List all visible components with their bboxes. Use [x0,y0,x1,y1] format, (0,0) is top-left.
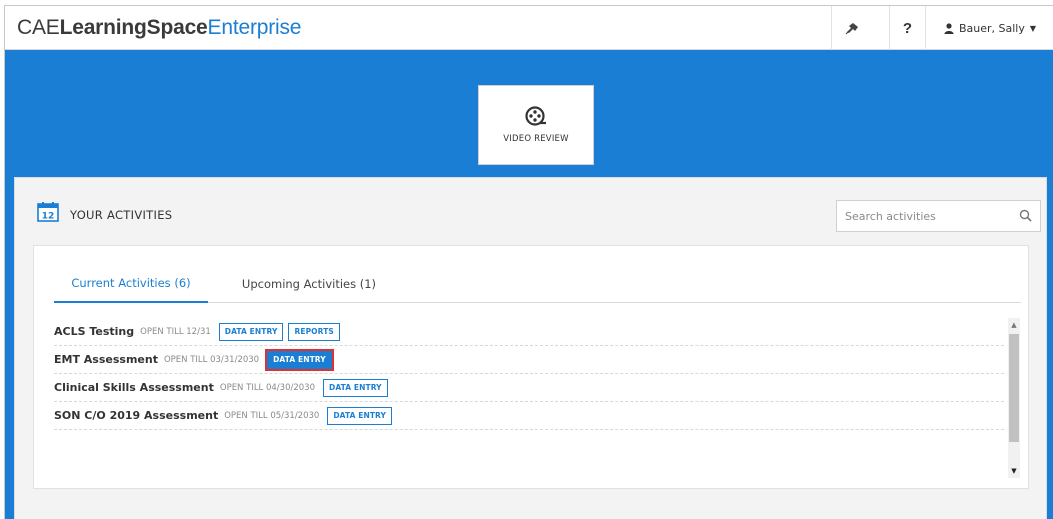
data-entry-button[interactable]: DATA ENTRY [323,378,388,397]
chevron-down-icon: ▼ [1029,23,1037,33]
search-icon[interactable] [1019,209,1032,222]
activity-open-till: OPEN TILL 04/30/2030 [219,382,315,393]
scroll-down-arrow-icon[interactable]: ▼ [1008,464,1020,478]
tab-current-activities[interactable]: Current Activities (6) [54,264,208,303]
activity-list: ACLS Testing OPEN TILL 12/31 DATA ENTRY … [54,318,1004,468]
list-item: ACLS Testing OPEN TILL 12/31 DATA ENTRY … [54,318,1004,346]
calendar-day: 12 [42,212,55,222]
film-reel-icon [525,106,546,126]
activity-tabs: Current Activities (6) Upcoming Activiti… [54,264,1021,303]
activities-card: Current Activities (6) Upcoming Activiti… [33,245,1029,489]
activities-title: YOUR ACTIVITIES [70,208,173,222]
data-entry-button[interactable]: DATA ENTRY [218,322,284,341]
user-menu[interactable]: Bauer, Sally ▼ [925,6,1053,50]
activity-open-till: OPEN TILL 05/31/2030 [224,410,320,421]
search-box [836,200,1041,232]
scroll-up-arrow-icon[interactable]: ▲ [1008,318,1020,332]
activity-name[interactable]: EMT Assessment [54,353,158,366]
brand-suffix: Enterprise [207,16,302,39]
user-icon [944,22,954,34]
video-review-tile[interactable]: VIDEO REVIEW [478,85,594,165]
brand-prefix: CAE [17,16,60,39]
app-window: CAELearningSpaceEnterprise ? Bauer, Sall… [4,5,1053,519]
list-item: EMT Assessment OPEN TILL 03/31/2030 DATA… [54,346,1004,374]
activity-name[interactable]: SON C/O 2019 Assessment [54,409,218,422]
activity-open-till: OPEN TILL 03/31/2030 [163,354,260,365]
pin-icon [845,23,858,35]
user-name: Bauer, Sally [958,21,1025,35]
brand-logo[interactable]: CAELearningSpaceEnterprise [17,16,301,40]
reports-button[interactable]: REPORTS [288,322,340,341]
list-item: Clinical Skills Assessment OPEN TILL 04/… [54,374,1004,402]
data-entry-button[interactable]: DATA ENTRY [327,406,393,425]
calendar-icon: 12 [37,202,59,222]
tab-upcoming-activities[interactable]: Upcoming Activities (1) [224,264,394,303]
activity-scrollbar[interactable]: ▲ ▼ [1008,318,1020,478]
video-review-label: VIDEO REVIEW [503,134,569,144]
top-strip [0,0,1053,3]
pin-button[interactable] [831,6,871,50]
activity-open-till: OPEN TILL 12/31 [140,326,211,337]
activity-name[interactable]: Clinical Skills Assessment [54,381,214,394]
app-header: CAELearningSpaceEnterprise ? Bauer, Sall… [5,6,1053,50]
activities-header: 12 YOUR ACTIVITIES [15,178,1046,234]
activity-name[interactable]: ACLS Testing [54,325,134,338]
scrollbar-thumb[interactable] [1009,334,1019,442]
brand-bold: LearningSpace [59,16,208,39]
activities-panel: 12 YOUR ACTIVITIES Current Activities (6… [14,177,1047,519]
help-button[interactable]: ? [889,6,925,50]
help-label: ? [902,19,913,37]
search-input[interactable] [837,201,1012,231]
data-entry-button-highlighted[interactable]: DATA ENTRY [265,348,334,371]
list-item: SON C/O 2019 Assessment OPEN TILL 05/31/… [54,402,1004,430]
